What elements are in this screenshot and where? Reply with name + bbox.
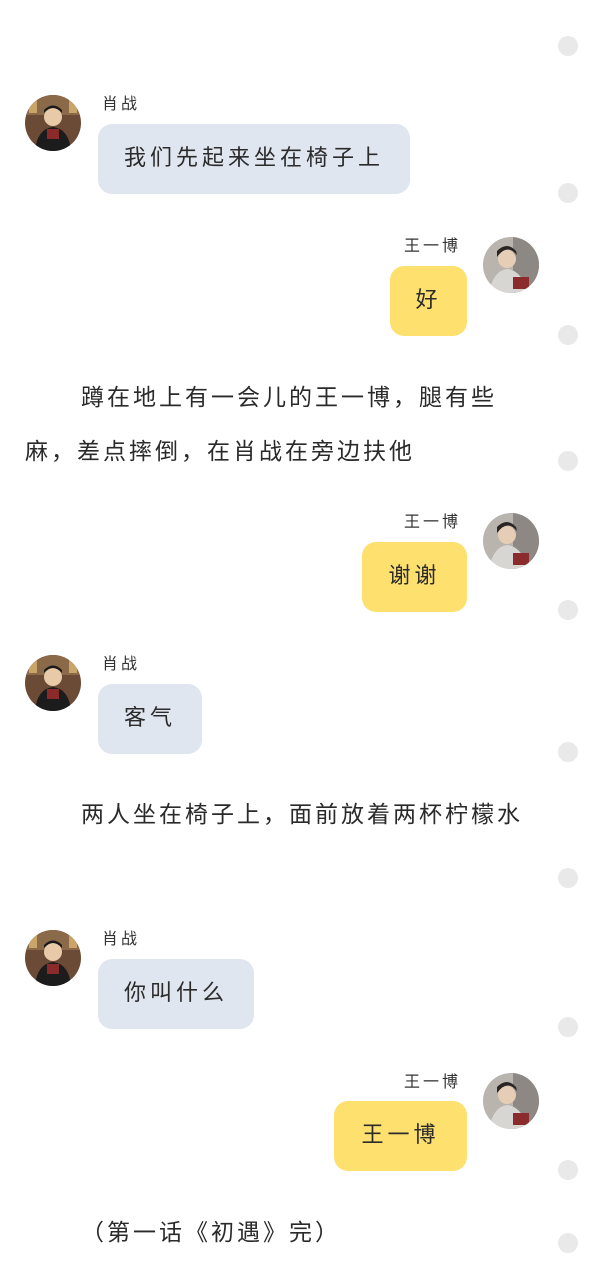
paragraph-comment-dot[interactable]	[558, 600, 578, 620]
narration-paragraph: 蹲在地上有一会儿的王一博，腿有些麻，差点摔倒，在肖战在旁边扶他	[25, 385, 497, 465]
narration-paragraph: 两人坐在椅子上，面前放着两杯柠檬水	[81, 802, 523, 828]
chapter-end-note: （第一话《初遇》完）	[81, 1220, 341, 1246]
paragraph-comment-dot[interactable]	[558, 868, 578, 888]
paragraph-comment-dot[interactable]	[558, 451, 578, 471]
paragraph-comment-dot[interactable]	[558, 1160, 578, 1180]
wang-yibo-avatar[interactable]	[483, 237, 539, 293]
chat-bubble-left: 我们先起来坐在椅子上	[98, 124, 411, 194]
xiao-zhan-avatar[interactable]	[25, 655, 81, 711]
paragraph-comment-dot[interactable]	[558, 1017, 578, 1037]
wang-yibo-avatar[interactable]	[483, 1073, 539, 1129]
paragraph-comment-dot[interactable]	[558, 325, 578, 345]
paragraph-comment-dot[interactable]	[558, 742, 578, 762]
paragraph-comment-dot[interactable]	[558, 36, 578, 56]
story-page: … 肖战 我们先起来坐在椅子上 王一博 好 蹲在地上有一会儿的王一博，腿有些麻，…	[0, 0, 591, 1280]
speaker-name: 肖战	[102, 929, 141, 948]
chat-bubble-right: 谢谢	[362, 542, 467, 612]
paragraph-comment-dot[interactable]	[558, 1233, 578, 1253]
speaker-name: 肖战	[102, 94, 141, 113]
xiao-zhan-avatar[interactable]	[25, 95, 81, 151]
cut-off-text: …	[80, 24, 106, 50]
chat-bubble-right: 王一博	[334, 1101, 467, 1171]
xiao-zhan-avatar[interactable]	[25, 930, 81, 986]
speaker-name: 王一博	[404, 512, 462, 531]
chat-bubble-right: 好	[390, 266, 467, 336]
chat-bubble-left: 客气	[98, 684, 203, 754]
wang-yibo-avatar[interactable]	[483, 513, 539, 569]
chat-bubble-left: 你叫什么	[98, 959, 255, 1029]
speaker-name: 王一博	[404, 236, 462, 255]
speaker-name: 肖战	[102, 654, 141, 673]
speaker-name: 王一博	[404, 1072, 462, 1091]
paragraph-comment-dot[interactable]	[558, 183, 578, 203]
